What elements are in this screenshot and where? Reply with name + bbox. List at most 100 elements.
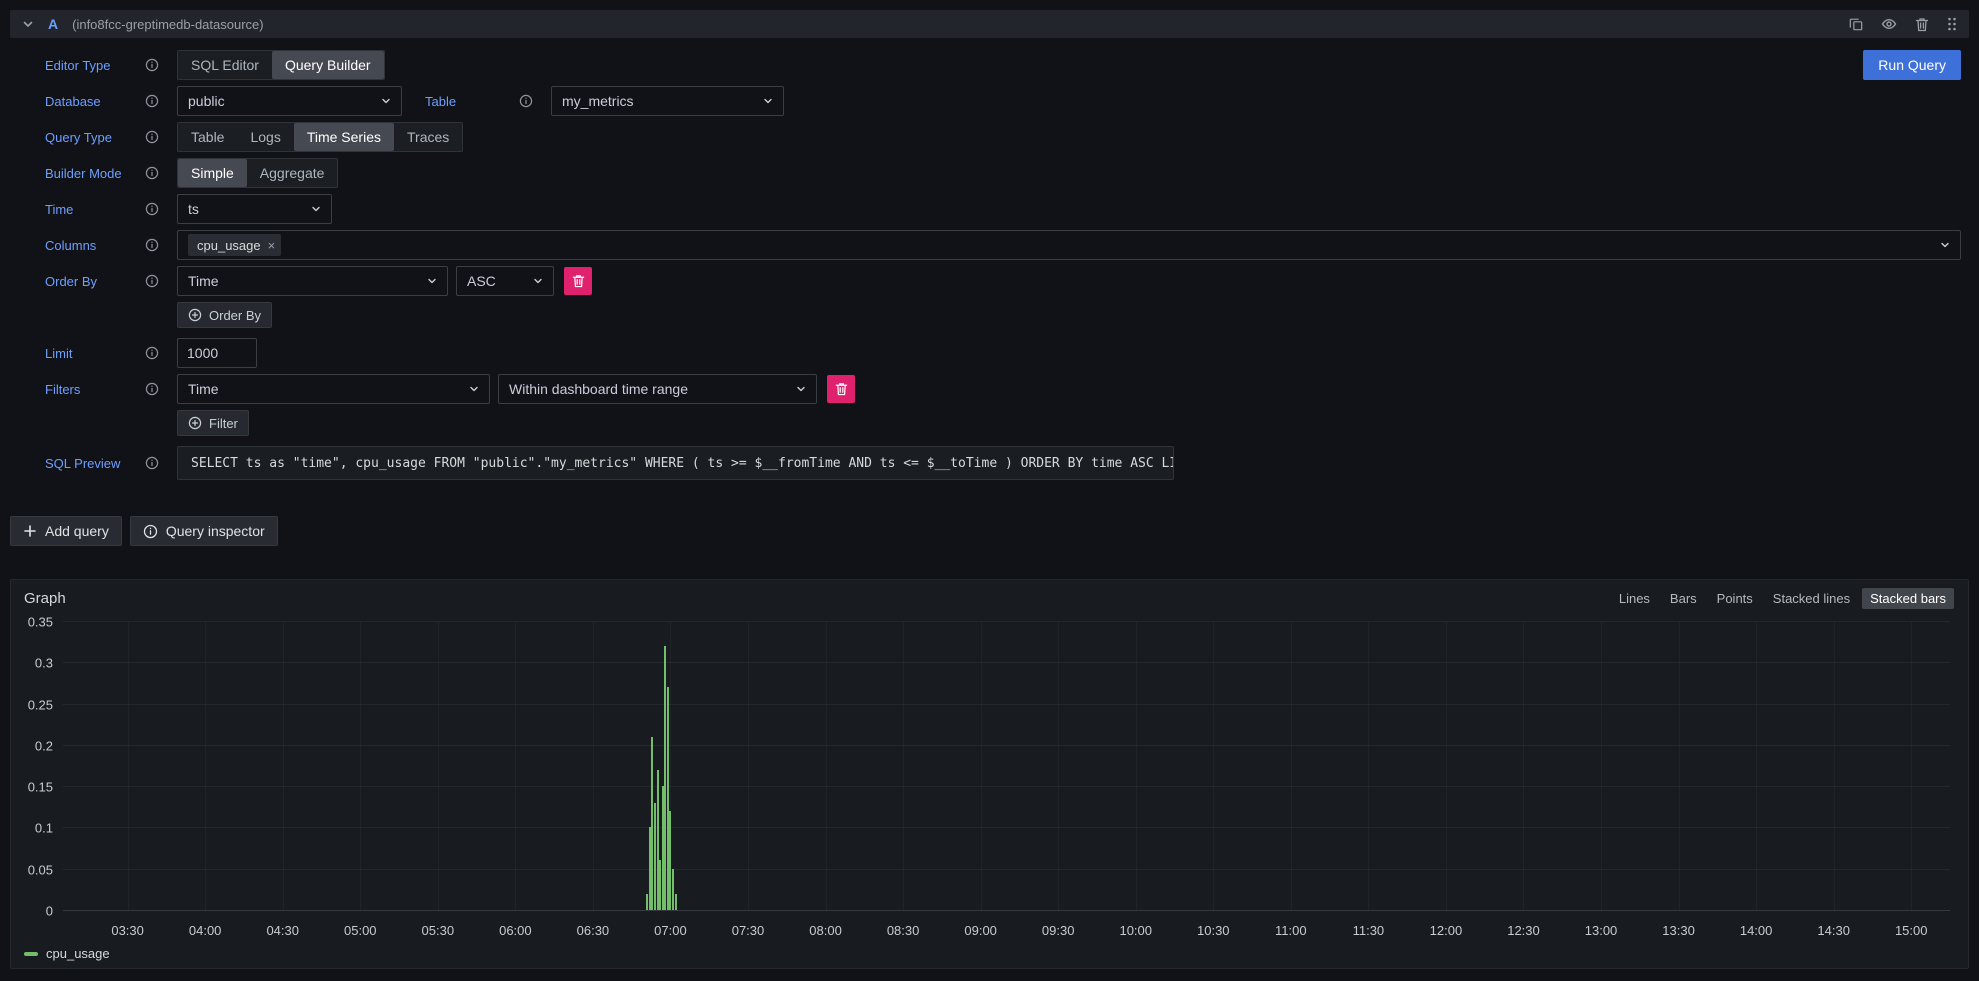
x-tick-label: 10:00 bbox=[1119, 923, 1152, 938]
graph-panel: Graph LinesBarsPointsStacked linesStacke… bbox=[10, 579, 1969, 969]
x-gridline bbox=[1601, 622, 1602, 911]
editor-type-toggle: SQL EditorQuery Builder bbox=[177, 50, 385, 80]
field-label-text: Columns bbox=[45, 238, 96, 253]
database-select[interactable]: public bbox=[177, 86, 402, 116]
info-icon[interactable] bbox=[145, 166, 159, 180]
x-tick-label: 15:00 bbox=[1895, 923, 1928, 938]
order-by-column-select[interactable]: Time bbox=[177, 266, 448, 296]
chevron-down-icon bbox=[795, 383, 807, 395]
x-gridline bbox=[748, 622, 749, 911]
field-label-text: Builder Mode bbox=[45, 166, 122, 181]
limit-input[interactable] bbox=[177, 338, 257, 368]
info-icon[interactable] bbox=[145, 130, 159, 144]
editor-type-label: Editor Type bbox=[45, 58, 177, 73]
info-icon[interactable] bbox=[145, 456, 159, 470]
field-label-text: Table bbox=[425, 94, 456, 109]
info-icon[interactable] bbox=[145, 274, 159, 288]
query-type-toggle-option-traces[interactable]: Traces bbox=[394, 123, 462, 151]
remove-filter-button[interactable] bbox=[827, 375, 855, 403]
x-tick-label: 05:00 bbox=[344, 923, 377, 938]
x-gridline bbox=[283, 622, 284, 911]
info-icon[interactable] bbox=[145, 94, 159, 108]
draw-mode-toggle-option-bars[interactable]: Bars bbox=[1662, 588, 1705, 609]
table-label: Table bbox=[425, 94, 551, 109]
draw-mode-toggle-option-lines[interactable]: Lines bbox=[1611, 588, 1658, 609]
add-order-by-label: Order By bbox=[209, 308, 261, 323]
info-icon[interactable] bbox=[145, 202, 159, 216]
query-header: A (info8fcc-greptimedb-datasource) bbox=[10, 10, 1969, 38]
y-tick-label: 0.05 bbox=[28, 862, 53, 877]
x-gridline bbox=[205, 622, 206, 911]
remove-order-by-button[interactable] bbox=[564, 267, 592, 295]
add-query-label: Add query bbox=[45, 523, 109, 539]
draw-mode-toggle: LinesBarsPointsStacked linesStacked bars bbox=[1611, 588, 1954, 609]
table-select[interactable]: my_metrics bbox=[551, 86, 784, 116]
query-editor-page: A (info8fcc-greptimedb-datasource) Edito… bbox=[0, 10, 1979, 981]
plus-icon bbox=[23, 524, 37, 538]
info-icon[interactable] bbox=[145, 58, 159, 72]
time-column-select-value: ts bbox=[188, 201, 199, 217]
add-filter-label: Filter bbox=[209, 416, 238, 431]
database-select-value: public bbox=[188, 93, 225, 109]
run-query-button[interactable]: Run Query bbox=[1863, 50, 1961, 80]
duplicate-query-icon[interactable] bbox=[1849, 17, 1863, 31]
legend: cpu_usage bbox=[24, 946, 110, 961]
draw-mode-toggle-option-stacked-bars[interactable]: Stacked bars bbox=[1862, 588, 1954, 609]
time-row: Time ts bbox=[45, 194, 1961, 224]
x-gridline bbox=[1446, 622, 1447, 911]
info-icon[interactable] bbox=[145, 382, 159, 396]
collapse-chevron-icon[interactable] bbox=[22, 18, 34, 30]
column-chip-label: cpu_usage bbox=[197, 238, 261, 253]
filter-column-value: Time bbox=[188, 381, 219, 397]
legend-swatch bbox=[24, 952, 38, 956]
toggle-visibility-icon[interactable] bbox=[1881, 16, 1897, 32]
query-type-toggle-option-time-series[interactable]: Time Series bbox=[294, 123, 394, 151]
panel-title: Graph bbox=[24, 590, 66, 607]
bar-cpu_usage bbox=[675, 894, 677, 911]
x-gridline bbox=[1291, 622, 1292, 911]
query-name[interactable]: A bbox=[48, 16, 58, 32]
builder-mode-toggle-option-simple[interactable]: Simple bbox=[178, 159, 247, 187]
filter-condition-select[interactable]: Within dashboard time range bbox=[498, 374, 817, 404]
editor-type-row: Editor Type SQL EditorQuery Builder Run … bbox=[45, 50, 1961, 80]
builder-mode-row: Builder Mode SimpleAggregate bbox=[45, 158, 1961, 188]
draw-mode-toggle-option-points[interactable]: Points bbox=[1709, 588, 1761, 609]
query-inspector-label: Query inspector bbox=[166, 523, 265, 539]
field-label-text: SQL Preview bbox=[45, 456, 120, 471]
order-direction-select[interactable]: ASC bbox=[456, 266, 554, 296]
query-type-toggle-option-table[interactable]: Table bbox=[178, 123, 237, 151]
query-inspector-button[interactable]: Query inspector bbox=[130, 516, 278, 546]
draw-mode-toggle-option-stacked-lines[interactable]: Stacked lines bbox=[1765, 588, 1858, 609]
info-icon[interactable] bbox=[145, 346, 159, 360]
x-gridline bbox=[128, 622, 129, 911]
legend-item-cpu-usage[interactable]: cpu_usage bbox=[24, 946, 110, 961]
x-gridline bbox=[1523, 622, 1524, 911]
drag-handle-icon[interactable] bbox=[1947, 16, 1957, 32]
x-tick-label: 05:30 bbox=[422, 923, 455, 938]
legend-label: cpu_usage bbox=[46, 946, 110, 961]
filter-column-select[interactable]: Time bbox=[177, 374, 490, 404]
builder-mode-toggle-option-aggregate[interactable]: Aggregate bbox=[247, 159, 338, 187]
field-label-text: Time bbox=[45, 202, 73, 217]
x-tick-label: 13:30 bbox=[1662, 923, 1695, 938]
add-query-button[interactable]: Add query bbox=[10, 516, 122, 546]
info-icon[interactable] bbox=[145, 238, 159, 252]
filter-condition-value: Within dashboard time range bbox=[509, 381, 688, 397]
x-gridline bbox=[981, 622, 982, 911]
add-order-by-button[interactable]: Order By bbox=[177, 302, 272, 328]
order-direction-value: ASC bbox=[467, 273, 496, 289]
plot-area[interactable]: 00.050.10.150.20.250.30.3503:3004:0004:3… bbox=[63, 622, 1950, 911]
x-tick-label: 07:30 bbox=[732, 923, 765, 938]
x-gridline bbox=[1058, 622, 1059, 911]
y-gridline bbox=[63, 704, 1950, 705]
editor-type-toggle-option-sql-editor[interactable]: SQL Editor bbox=[178, 51, 272, 79]
delete-query-icon[interactable] bbox=[1915, 17, 1929, 32]
time-column-select[interactable]: ts bbox=[177, 194, 332, 224]
editor-type-toggle-option-query-builder[interactable]: Query Builder bbox=[272, 51, 384, 79]
remove-column-icon[interactable]: × bbox=[268, 239, 276, 252]
info-icon[interactable] bbox=[519, 94, 533, 108]
columns-multiselect[interactable]: cpu_usage × bbox=[177, 230, 1961, 260]
add-filter-button[interactable]: Filter bbox=[177, 410, 249, 436]
query-type-toggle-option-logs[interactable]: Logs bbox=[237, 123, 293, 151]
query-type-row: Query Type TableLogsTime SeriesTraces bbox=[45, 122, 1961, 152]
